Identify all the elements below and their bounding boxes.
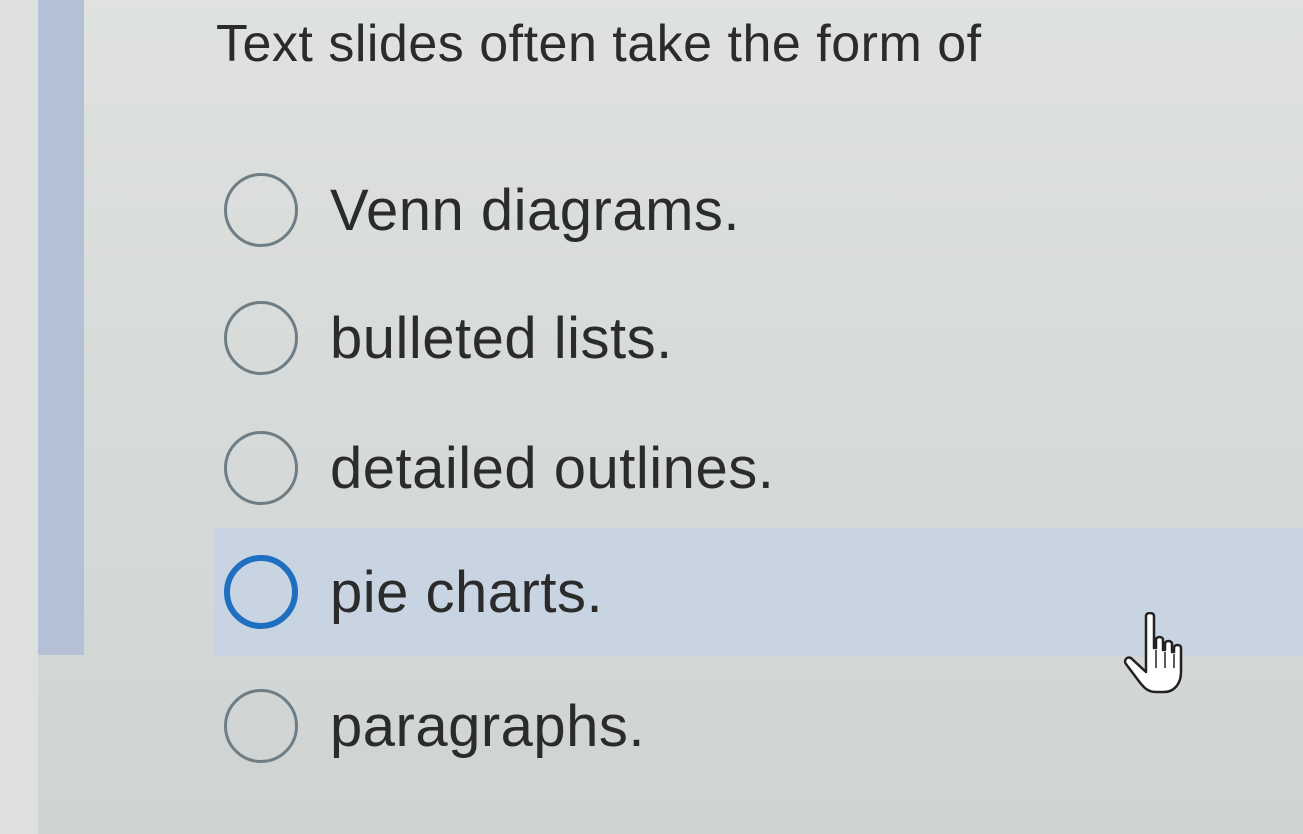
radio-button[interactable] <box>224 689 298 763</box>
option-label: bulleted lists. <box>330 305 673 371</box>
radio-button[interactable] <box>224 301 298 375</box>
option-bulleted-lists[interactable]: bulleted lists. <box>214 274 1303 402</box>
option-label: detailed outlines. <box>330 435 775 501</box>
radio-button[interactable] <box>224 555 298 629</box>
answer-options: Venn diagrams. bulleted lists. detailed … <box>0 0 1303 834</box>
option-label: paragraphs. <box>330 693 646 759</box>
radio-button[interactable] <box>224 173 298 247</box>
hand-pointer-icon <box>1123 612 1183 694</box>
option-label: Venn diagrams. <box>330 177 741 243</box>
option-detailed-outlines[interactable]: detailed outlines. <box>214 404 1303 532</box>
radio-button[interactable] <box>224 431 298 505</box>
option-venn-diagrams[interactable]: Venn diagrams. <box>214 146 1303 274</box>
quiz-screen: Text slides often take the form of Venn … <box>0 0 1303 834</box>
option-label: pie charts. <box>330 559 604 625</box>
